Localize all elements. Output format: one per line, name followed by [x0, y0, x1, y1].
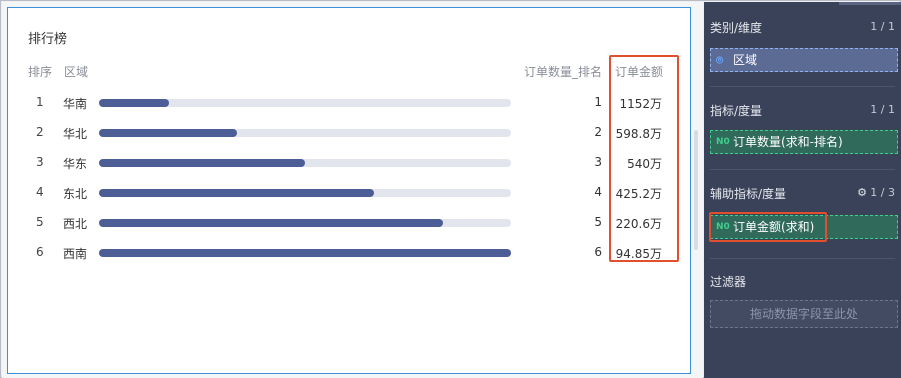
row-region: 东北 [63, 187, 88, 201]
divider [710, 169, 895, 170]
dimension-count: 1 / 1 [870, 20, 895, 33]
bar-fill[interactable] [99, 129, 238, 137]
row-region: 华北 [63, 127, 88, 141]
bar-track [99, 129, 511, 137]
config-top-indicator [839, 2, 901, 5]
dimension-field-label: 区域 [733, 53, 758, 67]
bar-fill[interactable] [99, 189, 375, 197]
row-region: 西南 [63, 247, 88, 261]
row-count-rank: 4 [594, 185, 602, 199]
ranking-chart-panel[interactable]: 排行榜 排序 区域 订单数量_排名 订单金额 1 华南 1 1152万 2 华北 2 598.… [7, 7, 691, 374]
table-row[interactable]: 5 西北 5 220.6万 [8, 215, 692, 245]
dimension-section-title: 类别/维度 [710, 21, 763, 35]
row-region: 华南 [63, 97, 88, 111]
filter-section-title: 过滤器 [710, 275, 747, 289]
row-rank: 5 [36, 215, 44, 229]
row-rank: 1 [36, 95, 44, 109]
col-header-rank[interactable]: 排序 [28, 63, 52, 80]
measure-field-order-count[interactable]: N0 订单数量(求和-排名) [710, 130, 898, 154]
row-region: 华东 [63, 157, 88, 171]
row-count-rank: 2 [594, 125, 602, 139]
table-row[interactable]: 6 西南 6 94.85万 [8, 245, 692, 275]
row-rank: 6 [36, 245, 44, 259]
measure-section-title: 指标/度量 [710, 104, 763, 118]
divider [710, 86, 895, 87]
col-header-region[interactable]: 区域 [64, 63, 88, 80]
divider [710, 258, 895, 259]
location-pin-icon: ⌾ [716, 53, 724, 67]
amount-column-highlight [609, 55, 679, 262]
row-rank: 3 [36, 155, 44, 169]
bar-track [99, 159, 511, 167]
bar-track [99, 99, 511, 107]
table-row[interactable]: 4 东北 4 425.2万 [8, 185, 692, 215]
bar-fill[interactable] [99, 249, 511, 257]
aux-measure-count: 1 / 3 [870, 186, 895, 199]
table-row[interactable]: 1 华南 1 1152万 [8, 95, 692, 125]
table-row[interactable]: 3 华东 3 540万 [8, 155, 692, 185]
app-frame: 排行榜 排序 区域 订单数量_排名 订单金额 1 华南 1 1152万 2 华北 2 598.… [0, 0, 901, 378]
bar-track [99, 219, 511, 227]
filter-drop-zone[interactable]: 拖动数据字段至此处 [710, 300, 898, 328]
bar-track [99, 189, 511, 197]
row-count-rank: 5 [594, 215, 602, 229]
row-count-rank: 6 [594, 245, 602, 259]
canvas-area: 排行榜 排序 区域 订单数量_排名 订单金额 1 华南 1 1152万 2 华北 2 598.… [2, 2, 703, 378]
config-panel: 类别/维度 1 / 1 ⌾ 区域 指标/度量 1 / 1 N0 订单数量(求和-… [704, 2, 901, 378]
bar-track [99, 249, 511, 257]
col-header-count-rank[interactable]: 订单数量_排名 [524, 63, 602, 80]
row-count-rank: 3 [594, 155, 602, 169]
bar-fill[interactable] [99, 219, 444, 227]
row-region: 西北 [63, 217, 88, 231]
dimension-field-region[interactable]: ⌾ 区域 [710, 48, 898, 72]
measure-count: 1 / 1 [870, 103, 895, 116]
bar-fill[interactable] [99, 99, 170, 107]
aux-measure-section-title: 辅助指标/度量 [710, 187, 787, 201]
measure-field-label: 订单数量(求和-排名) [733, 135, 843, 149]
row-rank: 4 [36, 185, 44, 199]
chart-title: 排行榜 [28, 32, 68, 47]
gear-icon[interactable]: ⚙ [857, 186, 867, 199]
table-row[interactable]: 2 华北 2 598.8万 [8, 125, 692, 155]
numeric-field-icon: N0 [716, 137, 730, 147]
bar-fill[interactable] [99, 159, 305, 167]
row-count-rank: 1 [594, 95, 602, 109]
vertical-scrollbar[interactable] [694, 130, 698, 250]
row-rank: 2 [36, 125, 44, 139]
aux-field-highlight [709, 212, 827, 242]
